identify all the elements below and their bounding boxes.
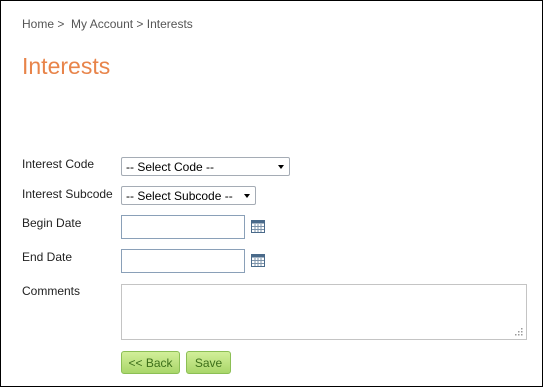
begin-date-label: Begin Date xyxy=(22,216,82,230)
calendar-icon[interactable] xyxy=(251,220,265,233)
interest-subcode-select[interactable]: -- Select Subcode -- xyxy=(121,186,256,205)
interest-code-label: Interest Code xyxy=(22,157,95,171)
calendar-icon[interactable] xyxy=(251,254,265,267)
interest-subcode-label: Interest Subcode xyxy=(22,187,113,201)
save-button[interactable]: Save xyxy=(186,351,231,374)
comments-label: Comments xyxy=(22,284,81,298)
begin-date-input[interactable] xyxy=(121,215,245,239)
page-frame: Home > My Account > Interests Interests … xyxy=(0,0,543,387)
comments-textarea[interactable] xyxy=(121,284,527,340)
page-title: Interests xyxy=(22,53,111,79)
end-date-label: End Date xyxy=(22,250,73,264)
breadcrumb-separator: > xyxy=(136,17,144,31)
breadcrumb-current: Interests xyxy=(146,17,193,31)
chevron-down-icon xyxy=(244,194,250,198)
interest-subcode-selected: -- Select Subcode -- xyxy=(126,189,233,203)
breadcrumb-my-account-link[interactable]: My Account xyxy=(71,17,133,31)
chevron-down-icon xyxy=(278,165,284,169)
interest-code-selected: -- Select Code -- xyxy=(126,160,215,174)
back-button[interactable]: << Back xyxy=(121,351,180,374)
resize-grip-icon[interactable] xyxy=(515,328,523,336)
end-date-input[interactable] xyxy=(121,249,245,273)
breadcrumb-separator: > xyxy=(57,17,65,31)
breadcrumb-home-link[interactable]: Home xyxy=(22,17,54,31)
breadcrumb: Home > My Account > Interests xyxy=(22,17,193,31)
interest-code-select[interactable]: -- Select Code -- xyxy=(121,157,290,176)
